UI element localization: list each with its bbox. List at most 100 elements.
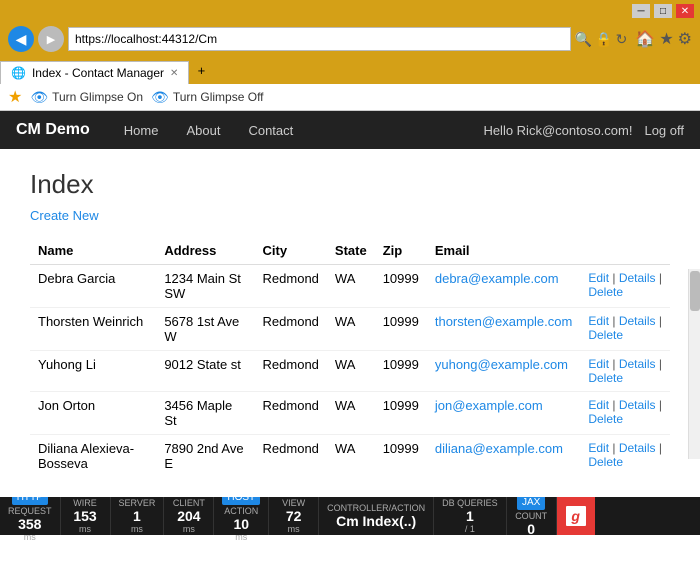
back-button[interactable]: ◀ <box>8 26 34 52</box>
email-link[interactable]: yuhong@example.com <box>435 357 568 372</box>
nav-links: Home About Contact <box>110 113 307 148</box>
browser-icons: 🏠 ★ ⚙ <box>635 29 692 49</box>
edit-link[interactable]: Edit <box>588 357 609 371</box>
status-unit: ms <box>24 532 36 542</box>
bookmark-turn-glimpse-on[interactable]: 👁 Turn Glimpse On <box>30 89 143 106</box>
details-link[interactable]: Details <box>619 398 656 412</box>
status-label: DB Queries <box>442 498 498 508</box>
cell-address: 5678 1st Ave W <box>156 308 254 351</box>
delete-link[interactable]: Delete <box>588 371 623 385</box>
status-label: Controller/Action <box>327 503 425 513</box>
address-input[interactable] <box>68 27 571 51</box>
logoff-link[interactable]: Log off <box>644 123 684 138</box>
action-links: Edit | Details | Delete <box>588 441 662 469</box>
bookmark-turn-glimpse-off[interactable]: 👁 Turn Glimpse Off <box>151 89 263 106</box>
status-bar: HTTPRequest358msWire153msServer1msClient… <box>0 497 700 535</box>
delete-link[interactable]: Delete <box>588 455 623 469</box>
status-section-1: Wire153ms <box>61 497 111 535</box>
close-button[interactable]: ✕ <box>676 4 694 18</box>
status-value: 1 <box>466 508 474 524</box>
status-value: 0 <box>527 521 535 537</box>
scroll-thumb[interactable] <box>690 271 700 311</box>
details-link[interactable]: Details <box>619 314 656 328</box>
action-links: Edit | Details | Delete <box>588 314 662 342</box>
cell-address: 9012 State st <box>156 351 254 392</box>
delete-link[interactable]: Delete <box>588 285 623 299</box>
status-unit: ms <box>288 524 300 534</box>
edit-link[interactable]: Edit <box>588 398 609 412</box>
delete-link[interactable]: Delete <box>588 412 623 426</box>
status-label: Action <box>224 506 258 516</box>
cell-actions: Edit | Details | Delete <box>580 308 670 351</box>
cell-state: WA <box>327 351 375 392</box>
tab-title: Index - Contact Manager <box>32 66 164 80</box>
title-bar: ─ □ ✕ <box>0 0 700 22</box>
cell-state: WA <box>327 392 375 435</box>
address-actions: 🔍 🔒 ↻ <box>575 31 628 48</box>
cell-actions: Edit | Details | Delete <box>580 351 670 392</box>
star-icon[interactable]: ★ <box>659 29 673 49</box>
nav-link-about[interactable]: About <box>172 113 234 148</box>
table-header-row: Name Address City State Zip Email <box>30 237 670 265</box>
nav-link-contact[interactable]: Contact <box>234 113 307 148</box>
cell-actions: Edit | Details | Delete <box>580 435 670 478</box>
forward-button[interactable]: ▶ <box>38 26 64 52</box>
details-link[interactable]: Details <box>619 357 656 371</box>
edit-link[interactable]: Edit <box>588 271 609 285</box>
email-link[interactable]: thorsten@example.com <box>435 314 572 329</box>
edit-link[interactable]: Edit <box>588 314 609 328</box>
maximize-button[interactable]: □ <box>654 4 672 18</box>
scrollbar[interactable] <box>688 269 700 459</box>
email-link[interactable]: jon@example.com <box>435 398 543 413</box>
contacts-table: Name Address City State Zip Email Debra … <box>30 237 670 477</box>
cell-email: jon@example.com <box>427 392 580 435</box>
cell-city: Redmond <box>255 392 327 435</box>
minimize-button[interactable]: ─ <box>632 4 650 18</box>
status-label: Count <box>515 511 547 521</box>
col-header-address: Address <box>156 237 254 265</box>
status-value: 204 <box>177 508 200 524</box>
status-label: View <box>282 498 305 508</box>
create-new-link[interactable]: Create New <box>30 208 99 223</box>
status-section-5: View72ms <box>269 497 319 535</box>
status-value: 10 <box>233 516 249 532</box>
action-links: Edit | Details | Delete <box>588 357 662 385</box>
details-link[interactable]: Details <box>619 441 656 455</box>
status-section-7: DB Queries1/ 1 <box>434 497 507 535</box>
cell-name: Debra Garcia <box>30 265 156 308</box>
settings-icon[interactable]: ⚙ <box>678 29 692 49</box>
table-row: Yuhong Li 9012 State st Redmond WA 10999… <box>30 351 670 392</box>
address-bar: ◀ ▶ 🔍 🔒 ↻ 🏠 ★ ⚙ <box>0 22 700 56</box>
lock-icon: 🔒 <box>595 31 612 48</box>
refresh-icon[interactable]: ↻ <box>616 31 628 48</box>
status-label: Server <box>119 498 156 508</box>
main-content: Index Create New Name Address City State… <box>0 149 700 497</box>
nav-link-home[interactable]: Home <box>110 113 173 148</box>
status-section-3: Client204ms <box>164 497 214 535</box>
tab-close-button[interactable]: ✕ <box>170 68 178 79</box>
cell-state: WA <box>327 308 375 351</box>
new-tab-button[interactable]: + <box>189 56 213 84</box>
app-nav: CM Demo Home About Contact Hello Rick@co… <box>0 111 700 149</box>
email-link[interactable]: debra@example.com <box>435 271 559 286</box>
cell-email: thorsten@example.com <box>427 308 580 351</box>
col-header-name: Name <box>30 237 156 265</box>
browser-chrome: ─ □ ✕ ◀ ▶ 🔍 🔒 ↻ 🏠 ★ ⚙ 🌐 Index - Contact … <box>0 0 700 84</box>
email-link[interactable]: diliana@example.com <box>435 441 563 456</box>
details-link[interactable]: Details <box>619 271 656 285</box>
edit-link[interactable]: Edit <box>588 441 609 455</box>
col-header-actions <box>580 237 670 265</box>
table-row: Diliana Alexieva-Bosseva 7890 2nd Ave E … <box>30 435 670 478</box>
active-tab[interactable]: 🌐 Index - Contact Manager ✕ <box>0 61 189 84</box>
status-unit: / 1 <box>465 524 475 534</box>
action-links: Edit | Details | Delete <box>588 271 662 299</box>
status-value: 1 <box>133 508 141 524</box>
status-section-6: Controller/ActionCm Index(..) <box>319 497 434 535</box>
status-section-4: HOSTAction10ms <box>214 497 269 535</box>
status-label: Wire <box>73 498 97 508</box>
cell-city: Redmond <box>255 351 327 392</box>
home-icon[interactable]: 🏠 <box>635 29 655 49</box>
delete-link[interactable]: Delete <box>588 328 623 342</box>
glimpse-button[interactable]: g <box>557 497 595 535</box>
search-icon[interactable]: 🔍 <box>575 31 592 48</box>
